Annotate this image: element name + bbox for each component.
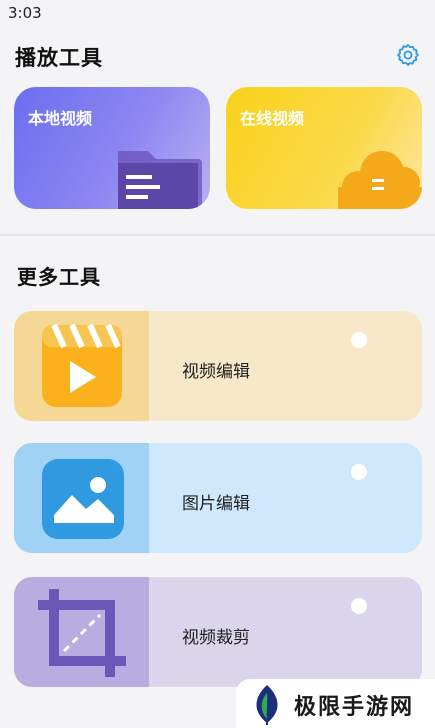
cloud-icon [338,151,422,209]
video-edit-item[interactable]: 视频编辑 [14,311,422,421]
leaf-logo-icon [256,685,278,725]
image-icon [42,459,124,539]
indicator-dot [351,598,367,614]
video-edit-icon-panel [14,311,149,421]
play-tools-title: 播放工具 [15,46,103,70]
indicator-dot [351,464,367,480]
indicator-dot [351,332,367,348]
video-crop-item[interactable]: 视频裁剪 [14,577,422,687]
online-video-label: 在线视频 [240,109,305,128]
image-edit-label: 图片编辑 [182,494,250,514]
clapper-play-icon [42,323,122,407]
local-video-card[interactable]: 本地视频 [14,87,210,209]
watermark: 极限手游网 [236,679,435,728]
status-time: 3:03 [8,4,42,22]
video-crop-label: 视频裁剪 [182,628,250,648]
local-video-label: 本地视频 [28,109,93,128]
crop-icon [38,589,126,677]
folder-icon [118,151,202,209]
more-tools-title: 更多工具 [17,265,101,289]
video-edit-label: 视频编辑 [182,362,250,382]
watermark-text: 极限手游网 [294,695,415,720]
video-crop-icon-panel [14,577,149,687]
online-video-card[interactable]: 在线视频 [226,87,422,209]
section-divider [0,234,435,236]
gear-icon[interactable] [396,43,420,67]
image-edit-item[interactable]: 图片编辑 [14,443,422,553]
image-edit-icon-panel [14,443,149,553]
